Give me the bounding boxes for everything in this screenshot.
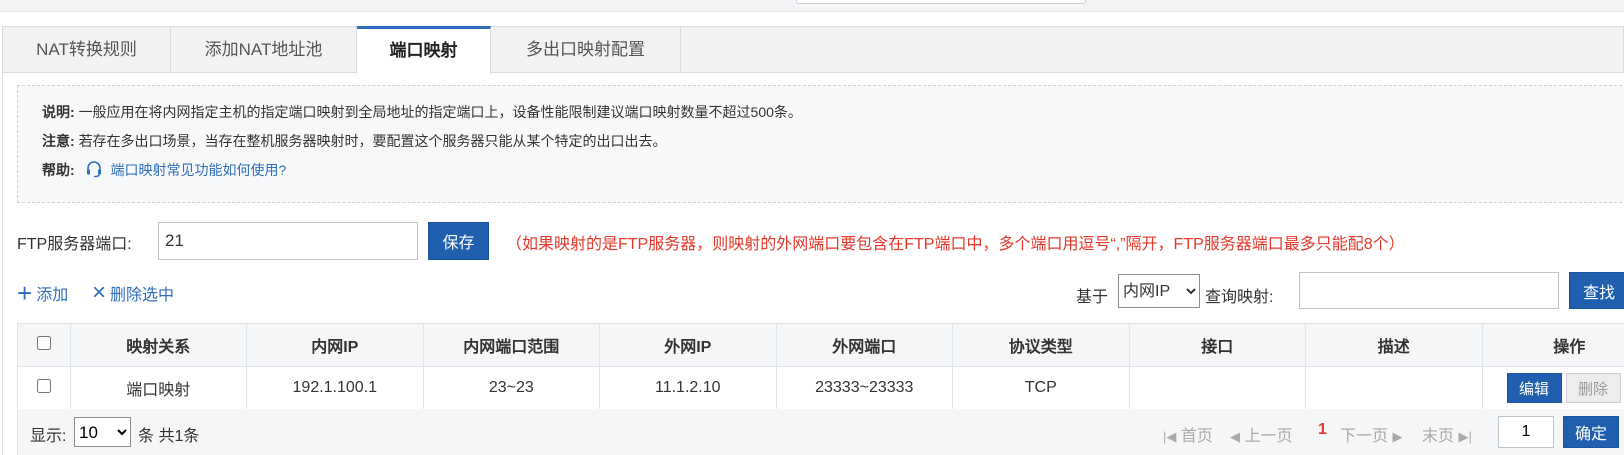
cell-relation: 端口映射: [69, 366, 248, 410]
cell-actions: 编辑 删除: [1481, 366, 1624, 410]
query-mapping-label: 查询映射:: [1205, 289, 1274, 306]
query-mapping-input[interactable]: [1299, 272, 1559, 309]
cell-outer-ip: 11.1.2.10: [599, 366, 777, 410]
pagination-bar: 显示: 10 条 共1条 |◀ 首页 ◀ 上一页 1 下一页 ▶ 末页 ▶| 确…: [17, 409, 1624, 455]
based-on-select[interactable]: 内网IP: [1118, 274, 1200, 308]
table-row: 端口映射 192.1.100.1 23~23 11.1.2.10 23333~2…: [17, 366, 1624, 410]
based-on-label: 基于: [1076, 289, 1109, 306]
first-page-label: 首页: [1180, 428, 1213, 445]
ftp-port-input[interactable]: [158, 222, 418, 260]
row-checkbox[interactable]: [36, 378, 51, 393]
col-header-protocol[interactable]: 协议类型: [952, 323, 1130, 367]
col-header-interface[interactable]: 接口: [1128, 323, 1307, 367]
total-count: 条 共1条: [138, 428, 200, 445]
top-input-edge: [796, 0, 1086, 4]
info-description: 说明: 一般应用在将内网指定主机的指定端口映射到全局地址的指定端口上，设备性能限…: [42, 102, 802, 122]
page-jump-input[interactable]: [1498, 416, 1554, 448]
page-jump-ok-button[interactable]: 确定: [1563, 416, 1619, 448]
ftp-note: （如果映射的是FTP服务器，则映射的外网端口要包含在FTP端口中，多个端口用逗号…: [506, 236, 1405, 253]
col-header-inner-port[interactable]: 内网端口范围: [422, 323, 601, 367]
add-label: 添加: [36, 287, 69, 304]
tab-nat-rules[interactable]: NAT转换规则: [3, 27, 171, 73]
cell-inner-ip: 192.1.100.1: [246, 366, 424, 410]
top-strip: [0, 0, 1624, 12]
prev-page-icon: ◀: [1230, 429, 1240, 444]
prev-page-label: 上一页: [1244, 428, 1293, 445]
add-button[interactable]: + 添加: [17, 278, 69, 308]
next-page-label: 下一页: [1340, 428, 1389, 445]
last-page-button[interactable]: 末页 ▶|: [1422, 422, 1472, 446]
tab-add-nat-pool[interactable]: 添加NAT地址池: [171, 27, 357, 73]
table-header-row: 映射关系 内网IP 内网端口范围 外网IP 外网端口 协议类型 接口 描述 操作: [17, 323, 1624, 367]
next-page-button[interactable]: 下一页 ▶: [1340, 422, 1402, 446]
col-header-relation[interactable]: 映射关系: [69, 323, 248, 367]
page-size-select[interactable]: 10: [74, 417, 131, 447]
last-page-icon: ▶|: [1458, 429, 1472, 444]
cell-interface: [1128, 366, 1307, 410]
desc-text: 一般应用在将内网指定主机的指定端口映射到全局地址的指定端口上，设备性能限制建议端…: [78, 104, 802, 120]
col-header-inner-ip[interactable]: 内网IP: [246, 323, 424, 367]
delete-selected-button[interactable]: × 删除选中: [92, 281, 174, 305]
col-header-actions: 操作: [1481, 323, 1624, 367]
help-key: 帮助:: [42, 162, 75, 178]
row-select-cell: [17, 366, 71, 410]
note-key: 注意:: [42, 133, 75, 149]
plus-icon: +: [17, 278, 33, 308]
edit-button[interactable]: 编辑: [1506, 373, 1562, 403]
note-text: 若存在多出口场景，当存在整机服务器映射时，要配置这个服务器只能从某个特定的出口出…: [78, 133, 667, 149]
tab-multi-exit-mapping[interactable]: 多出口映射配置: [491, 27, 681, 73]
tab-port-mapping[interactable]: 端口映射: [357, 26, 491, 74]
save-button[interactable]: 保存: [428, 222, 489, 260]
col-header-description[interactable]: 描述: [1305, 323, 1483, 367]
delete-selected-label: 删除选中: [110, 287, 175, 304]
current-page: 1: [1318, 421, 1327, 438]
delete-button[interactable]: 删除: [1565, 373, 1621, 403]
select-all-cell: [17, 323, 71, 367]
first-page-icon: |◀: [1163, 429, 1177, 444]
info-help: 帮助: 端口映射常见功能如何使用?: [42, 160, 286, 180]
cell-inner-port: 23~23: [422, 366, 601, 410]
col-header-outer-ip[interactable]: 外网IP: [599, 323, 777, 367]
ftp-port-label: FTP服务器端口:: [17, 236, 132, 253]
show-label: 显示:: [30, 428, 67, 445]
cell-protocol: TCP: [952, 366, 1130, 410]
last-page-label: 末页: [1422, 428, 1455, 445]
prev-page-button[interactable]: ◀ 上一页: [1230, 422, 1292, 446]
search-button[interactable]: 查找: [1569, 272, 1624, 309]
help-link[interactable]: 端口映射常见功能如何使用?: [110, 162, 286, 178]
tab-bar: NAT转换规则 添加NAT地址池 端口映射 多出口映射配置: [2, 26, 1624, 74]
tab-content: 说明: 一般应用在将内网指定主机的指定端口映射到全局地址的指定端口上，设备性能限…: [2, 72, 1624, 455]
select-all-checkbox[interactable]: [36, 335, 51, 350]
headset-help-icon: [86, 161, 101, 178]
cell-description: [1305, 366, 1483, 410]
cell-outer-port: 23333~23333: [775, 366, 954, 410]
info-panel: 说明: 一般应用在将内网指定主机的指定端口映射到全局地址的指定端口上，设备性能限…: [17, 85, 1624, 203]
info-note: 注意: 若存在多出口场景，当存在整机服务器映射时，要配置这个服务器只能从某个特定…: [42, 131, 667, 151]
next-page-icon: ▶: [1392, 429, 1403, 444]
desc-key: 说明:: [42, 104, 75, 120]
close-icon: ×: [92, 279, 107, 306]
col-header-outer-port[interactable]: 外网端口: [775, 323, 954, 367]
first-page-button[interactable]: |◀ 首页: [1163, 422, 1213, 446]
mapping-table: 映射关系 内网IP 内网端口范围 外网IP 外网端口 协议类型 接口 描述 操作…: [17, 323, 1624, 410]
